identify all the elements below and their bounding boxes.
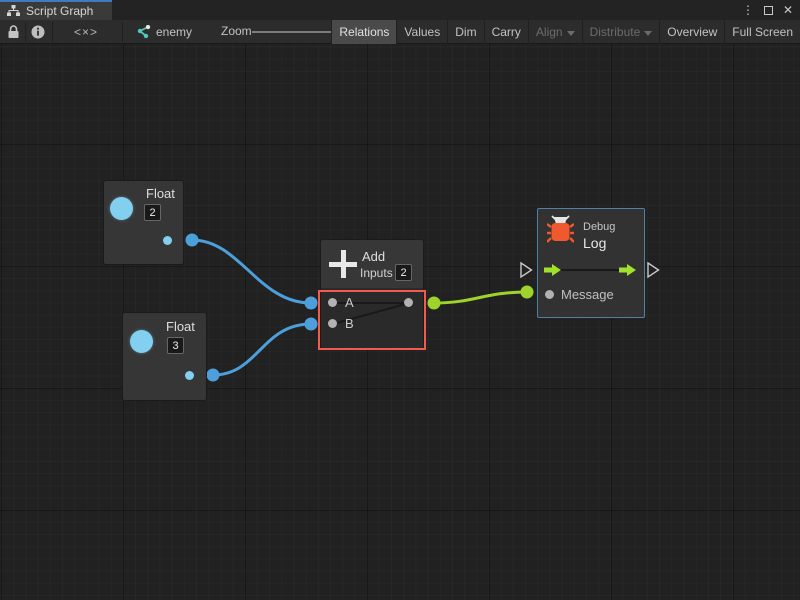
add-node-body[interactable]: A B xyxy=(320,288,424,349)
float-value-icon xyxy=(130,330,153,353)
info-icon xyxy=(31,25,45,39)
node-title: Float xyxy=(146,186,175,201)
add-output-port[interactable] xyxy=(404,298,413,307)
wire-endpoint-dot[interactable] xyxy=(521,286,534,299)
values-button[interactable]: Values xyxy=(396,20,447,44)
wire-endpoint-dot[interactable] xyxy=(207,369,220,382)
port-label-a: A xyxy=(345,295,354,310)
float-output-port[interactable] xyxy=(185,371,194,380)
info-button[interactable] xyxy=(29,22,47,42)
script-graph-window: Script Graph ⋮ ✕ <×> xyxy=(0,0,800,600)
tab-script-graph[interactable]: Script Graph xyxy=(0,0,112,20)
wire-endpoint-dot[interactable] xyxy=(428,297,441,310)
wire-float2-to-add-b[interactable] xyxy=(213,324,311,375)
wire-float1-to-add-a[interactable] xyxy=(192,240,311,303)
toolbar-separator xyxy=(52,22,53,42)
float-value-field[interactable]: 3 xyxy=(167,337,184,354)
add-input-port-b[interactable] xyxy=(328,319,337,328)
chevron-down-icon xyxy=(567,31,575,36)
graph-breadcrumb[interactable]: enemy xyxy=(136,22,192,42)
wire-endpoint-dot[interactable] xyxy=(305,318,318,331)
add-input-port-a[interactable] xyxy=(328,298,337,307)
code-view-button[interactable]: <×> xyxy=(58,22,114,42)
graph-canvas[interactable]: Float 2 Float 3 Add Inputs 2 A B xyxy=(0,44,800,600)
toolbar-buttons: Relations Values Dim Carry Align Distrib… xyxy=(331,20,800,44)
node-category: Debug xyxy=(583,221,615,233)
maximize-glyph xyxy=(764,6,773,15)
wire-endpoint-dot[interactable] xyxy=(305,297,318,310)
carry-button[interactable]: Carry xyxy=(484,20,528,44)
add-node-header[interactable]: Add Inputs 2 xyxy=(320,239,424,288)
zoom-slider-track[interactable] xyxy=(252,31,340,33)
toolbar-separator xyxy=(122,22,123,42)
window-controls: ⋮ ✕ xyxy=(740,0,796,20)
message-input-port[interactable] xyxy=(545,290,554,299)
tab-label: Script Graph xyxy=(26,4,93,18)
zoom-label: Zoom xyxy=(221,24,252,38)
toolbar-separator xyxy=(25,22,26,42)
flow-output-arrow[interactable] xyxy=(619,264,636,276)
float-node-2[interactable]: Float 3 xyxy=(122,312,207,401)
port-label-b: B xyxy=(345,316,354,331)
menu-icon[interactable]: ⋮ xyxy=(740,2,756,18)
graph-node-icon xyxy=(136,25,151,39)
overview-button[interactable]: Overview xyxy=(659,20,724,44)
distribute-dropdown[interactable]: Distribute xyxy=(582,20,660,44)
close-icon[interactable]: ✕ xyxy=(780,2,796,18)
wire-endpoint-dot[interactable] xyxy=(186,234,199,247)
float-output-port[interactable] xyxy=(163,236,172,245)
inputs-count-field[interactable]: 2 xyxy=(395,264,412,281)
relations-button[interactable]: Relations xyxy=(331,20,396,44)
graph-name: enemy xyxy=(156,25,192,39)
flow-output-triangle[interactable] xyxy=(648,263,659,277)
wire-add-to-debug-message[interactable] xyxy=(434,292,527,303)
dim-button[interactable]: Dim xyxy=(447,20,483,44)
flow-input-arrow[interactable] xyxy=(544,264,561,276)
add-icon xyxy=(329,250,357,278)
inputs-label: Inputs xyxy=(360,266,393,280)
node-title: Add xyxy=(362,249,385,264)
float-value-icon xyxy=(110,197,133,220)
full-screen-button[interactable]: Full Screen xyxy=(724,20,800,44)
lock-icon xyxy=(7,25,20,39)
node-title: Log xyxy=(583,235,606,251)
align-dropdown[interactable]: Align xyxy=(528,20,582,44)
title-bar: Script Graph ⋮ ✕ xyxy=(0,0,800,20)
message-port-label: Message xyxy=(561,287,614,302)
float-node-1[interactable]: Float 2 xyxy=(103,180,184,265)
chevron-down-icon xyxy=(644,31,652,36)
debug-log-node[interactable]: Debug Log Message xyxy=(537,208,645,318)
float-value-field[interactable]: 2 xyxy=(144,204,161,221)
flow-input-triangle[interactable] xyxy=(521,263,532,277)
node-title: Float xyxy=(166,319,195,334)
bug-icon xyxy=(547,215,574,245)
maximize-icon[interactable] xyxy=(760,2,776,18)
graph-tab-icon xyxy=(7,5,20,17)
lock-button[interactable] xyxy=(4,22,22,42)
code-icon: <×> xyxy=(74,25,98,39)
